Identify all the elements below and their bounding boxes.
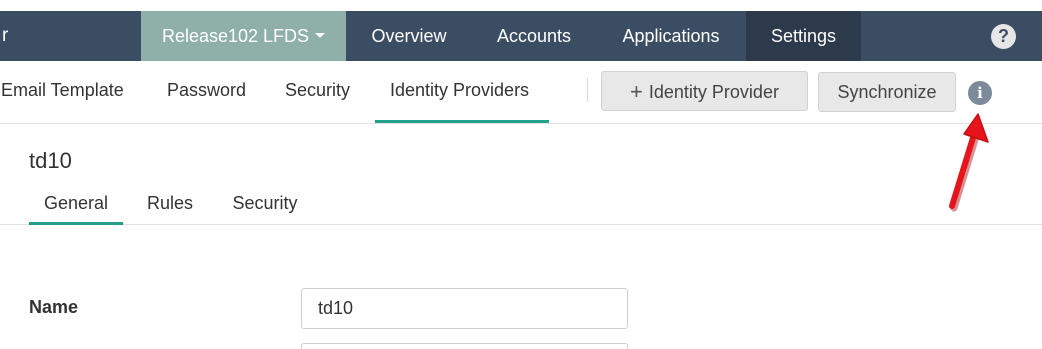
environment-label: Release102 LFDS bbox=[161, 26, 310, 46]
plus-icon: + bbox=[630, 79, 643, 104]
subnav-security[interactable]: Security bbox=[285, 61, 350, 123]
top-strip bbox=[0, 0, 1042, 11]
tab-rules[interactable]: Rules bbox=[137, 184, 203, 225]
top-navigation-bar: r Release102 LFDS Overview Accounts Appl… bbox=[0, 11, 1042, 61]
subnav-email-template[interactable]: Email Template bbox=[1, 61, 124, 123]
page-title: td10 bbox=[29, 148, 72, 173]
detail-tabs: General Rules Security bbox=[0, 184, 1042, 225]
name-field[interactable] bbox=[301, 288, 628, 329]
tab-general[interactable]: General bbox=[29, 184, 123, 225]
tab-security[interactable]: Security bbox=[220, 184, 310, 225]
identity-provider-detail: td10 General Rules Security Name bbox=[0, 124, 1042, 349]
caret-down-icon bbox=[315, 32, 326, 38]
subnav-identity-providers[interactable]: Identity Providers bbox=[375, 61, 549, 123]
nav-applications[interactable]: Applications bbox=[596, 11, 746, 61]
annotation-arrow bbox=[949, 113, 989, 212]
add-identity-provider-button[interactable]: + Identity Provider bbox=[601, 71, 808, 111]
brand-title: r bbox=[2, 25, 9, 46]
settings-subnav: Email Template Password Security Identit… bbox=[0, 61, 1042, 124]
info-circle-icon[interactable]: i bbox=[968, 81, 992, 105]
subnav-password[interactable]: Password bbox=[167, 61, 246, 123]
nav-overview[interactable]: Overview bbox=[346, 11, 472, 61]
environment-selector[interactable]: Release102 LFDS bbox=[141, 11, 346, 61]
nav-accounts[interactable]: Accounts bbox=[472, 11, 596, 61]
synchronize-button[interactable]: Synchronize bbox=[818, 72, 956, 112]
nav-settings[interactable]: Settings bbox=[746, 11, 861, 61]
subnav-divider bbox=[587, 78, 588, 102]
add-identity-provider-label: Identity Provider bbox=[648, 82, 779, 102]
next-field[interactable] bbox=[301, 343, 628, 349]
red-arrow-icon bbox=[949, 113, 989, 212]
name-label: Name bbox=[29, 297, 79, 317]
question-circle-icon[interactable]: ? bbox=[991, 24, 1016, 49]
